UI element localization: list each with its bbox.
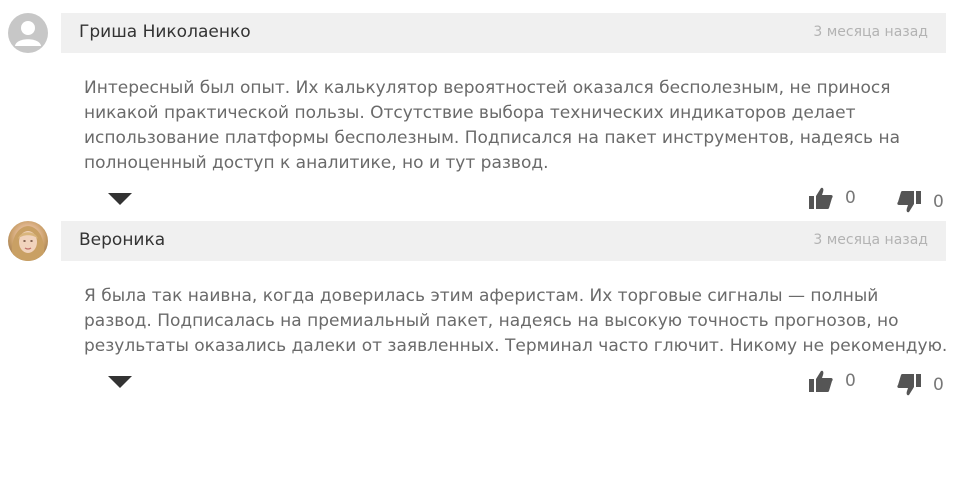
- comment-text-line: использование платформы бесполезным. Под…: [84, 128, 900, 148]
- thumbs-up-icon: [809, 187, 833, 209]
- comment-item: Вероника 3 месяца назад Я была так наивн…: [0, 221, 979, 401]
- comment-author[interactable]: Вероника: [79, 230, 165, 250]
- thumbs-up-icon: [809, 370, 833, 392]
- comment-header: Вероника 3 месяца назад: [61, 221, 946, 261]
- dislike-button[interactable]: 0: [897, 374, 944, 396]
- avatar: [8, 13, 48, 53]
- thumbs-down-icon: [897, 374, 921, 396]
- dislike-button[interactable]: 0: [897, 191, 944, 213]
- caret-down-icon[interactable]: [108, 193, 132, 205]
- like-button[interactable]: 0: [809, 370, 856, 392]
- dislike-count: 0: [933, 192, 944, 212]
- like-count: 0: [845, 188, 856, 208]
- comment-text-line: результаты оказались далеки от заявленны…: [84, 336, 948, 356]
- like-count: 0: [845, 371, 856, 391]
- comment-item: Гриша Николаенко 3 месяца назад Интересн…: [0, 13, 979, 213]
- like-button[interactable]: 0: [809, 187, 856, 209]
- comment-text-line: никакой практической пользы. Отсутствие …: [84, 103, 856, 123]
- caret-down-icon[interactable]: [108, 376, 132, 388]
- thumbs-down-icon: [897, 191, 921, 213]
- comment-author[interactable]: Гриша Николаенко: [79, 22, 251, 42]
- comment-text-line: Я была так наивна, когда доверилась этим…: [84, 286, 879, 306]
- dislike-count: 0: [933, 375, 944, 395]
- comment-date: 3 месяца назад: [813, 232, 928, 248]
- comment-text-line: полноценный доступ к аналитике, но и тут…: [84, 153, 549, 173]
- comment-text: Интересный был опыт. Их калькулятор веро…: [84, 76, 952, 176]
- comment-text-line: развод. Подписалась на премиальный пакет…: [84, 311, 899, 331]
- comment-date: 3 месяца назад: [813, 24, 928, 40]
- comment-text-line: Интересный был опыт. Их калькулятор веро…: [84, 78, 891, 98]
- comments-list: Гриша Николаенко 3 месяца назад Интересн…: [0, 0, 979, 501]
- avatar: [8, 221, 48, 261]
- user-photo: [11, 226, 45, 261]
- default-user-icon: [15, 21, 41, 46]
- comment-text: Я была так наивна, когда доверилась этим…: [84, 284, 952, 359]
- comment-header: Гриша Николаенко 3 месяца назад: [61, 13, 946, 53]
